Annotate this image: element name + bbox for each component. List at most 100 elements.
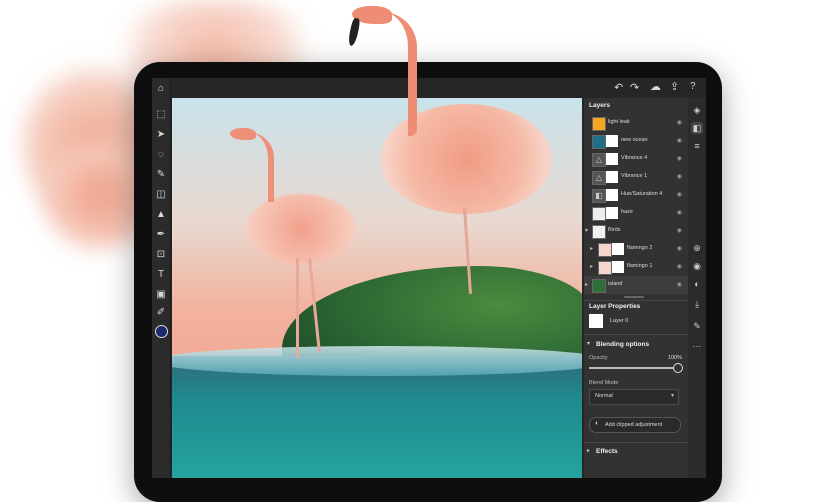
layer-row[interactable]: △ Vibrance 4 ◉ (584, 150, 688, 168)
layer-name: light leak (608, 119, 630, 125)
layer-mask (612, 243, 624, 255)
clone-icon[interactable]: ✒ (154, 228, 168, 242)
help-icon[interactable]: ? (690, 81, 696, 92)
layer-mask (612, 261, 624, 273)
move-icon[interactable]: ➤ (154, 128, 168, 142)
layer-name: island (608, 281, 623, 287)
add-clipped-adjustment-button[interactable]: ◐ Add clipped adjustment (589, 417, 681, 433)
visibility-icon[interactable]: ◉ (677, 173, 682, 180)
visibility-icon[interactable]: ◉ (677, 263, 682, 270)
chevron-right-icon[interactable]: ▸ (587, 447, 590, 454)
layer-thumb (592, 207, 606, 221)
layer-name: Birds (608, 227, 621, 233)
divider (584, 300, 688, 301)
opacity-value: 100% (667, 355, 682, 361)
chevron-right-icon[interactable]: ▸ (590, 263, 593, 270)
fill-icon[interactable]: ▲ (154, 208, 168, 222)
flamingo-right-beak (347, 17, 361, 47)
properties-icon[interactable]: ≡ (691, 140, 703, 152)
opacity-slider-knob[interactable] (673, 363, 683, 373)
layer-properties-title: Layer Properties (589, 303, 641, 310)
layer-thumb (592, 117, 606, 131)
layer-row[interactable]: haze ◉ (584, 204, 688, 222)
select-icon[interactable]: ⬚ (154, 108, 168, 122)
chevron-right-icon[interactable]: ▸ (585, 281, 588, 288)
add-layer-icon[interactable]: ⊕ (691, 242, 703, 254)
layer-mask (606, 189, 618, 201)
layer-mask (606, 207, 618, 219)
flamingo-left-leg-1 (296, 258, 299, 358)
blend-mode-select[interactable]: Normal ▾ (589, 389, 679, 405)
flamingo-right-neck (382, 12, 417, 136)
layers-icon[interactable]: ◈ (691, 104, 703, 116)
undo-icon[interactable]: ↶ (614, 81, 623, 94)
layer-row[interactable]: ▸ flamingo 2 ◉ (584, 240, 688, 258)
layer-thumb (598, 261, 612, 275)
layer-mask (606, 171, 618, 183)
layer-name: Vibrance 1 (621, 173, 648, 179)
chevron-down-icon[interactable]: ▾ (585, 227, 588, 234)
chevron-down-icon[interactable]: ▾ (587, 340, 590, 347)
opacity-slider[interactable] (589, 367, 677, 369)
layer-name: flamingo 2 (627, 245, 653, 251)
layer-mask (606, 153, 618, 165)
share-icon[interactable]: ⇪ (670, 80, 679, 93)
redo-icon[interactable]: ↷ (630, 81, 639, 94)
layer-mask (606, 135, 618, 147)
layer-properties-name: Layer 0 (610, 318, 629, 324)
folder-icon (592, 225, 606, 239)
layer-thumb: △ (592, 153, 606, 167)
visibility-icon[interactable]: ◉ (677, 209, 682, 216)
foreground-color (155, 325, 168, 338)
layer-row[interactable]: ◧ Hue/Saturation 4 ◉ (584, 186, 688, 204)
blending-options-title[interactable]: Blending options (596, 341, 649, 348)
add-clipped-adjustment-label: Add clipped adjustment (605, 422, 663, 428)
panel-resize-handle[interactable] (624, 296, 644, 298)
adjustment-icon: ◐ (595, 420, 600, 427)
lasso-icon[interactable]: ◌ (154, 148, 168, 162)
right-icon-strip: ◈ ◧ ≡ ⊕ ◉ ◐ ⤓ ✎ ··· (688, 98, 706, 478)
crop-icon[interactable]: ⊡ (154, 248, 168, 262)
layer-row[interactable]: light leak ◉ (584, 114, 688, 132)
water-line (172, 346, 582, 376)
type-icon[interactable]: T (154, 268, 168, 282)
effects-title[interactable]: Effects (596, 448, 618, 455)
home-icon[interactable]: ⌂ (154, 82, 168, 96)
merge-icon[interactable]: ⤓ (691, 298, 703, 310)
chevron-right-icon[interactable]: ▸ (590, 245, 593, 252)
visibility-icon[interactable]: ◉ (677, 281, 682, 288)
more-icon[interactable]: ··· (691, 340, 703, 352)
top-bar: ↶ ↷ ☁ ⇪ ? (152, 78, 706, 98)
layer-row[interactable]: ▸ island ◉ (584, 276, 688, 294)
brush-icon[interactable]: ✎ (154, 168, 168, 182)
visibility-icon[interactable]: ◉ (677, 191, 682, 198)
cloud-icon[interactable]: ☁ (650, 80, 661, 93)
visibility-icon[interactable]: ◉ (677, 155, 682, 162)
layer-group-row[interactable]: ▾ Birds ◉ (584, 222, 688, 240)
layer-thumb (598, 243, 612, 257)
adjust-icon[interactable]: ◧ (691, 122, 703, 134)
flamingo-left-head (230, 128, 256, 140)
visibility-icon[interactable]: ◉ (677, 245, 682, 252)
image-icon[interactable]: ▣ (154, 288, 168, 302)
blend-mode-label: Blend Mode (589, 380, 619, 386)
opacity-label: Opacity (589, 355, 608, 361)
blend-mode-value: Normal (595, 393, 613, 399)
visibility-icon[interactable]: ◉ (677, 137, 682, 144)
eraser-icon[interactable]: ◫ (154, 188, 168, 202)
paint-icon[interactable]: ✎ (691, 320, 703, 332)
layer-name: flamingo 1 (627, 263, 653, 269)
layer-row[interactable]: new ocean ◉ (584, 132, 688, 150)
layer-row[interactable]: △ Vibrance 1 ◉ (584, 168, 688, 186)
layer-thumb: △ (592, 171, 606, 185)
layer-name: Hue/Saturation 4 (621, 191, 663, 197)
visibility-icon[interactable]: ◉ (677, 119, 682, 126)
layer-row[interactable]: ▸ flamingo 1 ◉ (584, 258, 688, 276)
visibility-icon[interactable]: ◉ (691, 260, 703, 272)
mask-icon[interactable]: ◐ (691, 278, 703, 290)
color-swatch[interactable] (154, 324, 168, 338)
eyedropper-icon[interactable]: ✐ (154, 306, 168, 320)
layer-name: haze (621, 209, 633, 215)
visibility-icon[interactable]: ◉ (677, 227, 682, 234)
left-toolbar: ⌂ ⬚ ➤ ◌ ✎ ◫ ▲ ✒ ⊡ T ▣ ✐ (152, 78, 171, 478)
